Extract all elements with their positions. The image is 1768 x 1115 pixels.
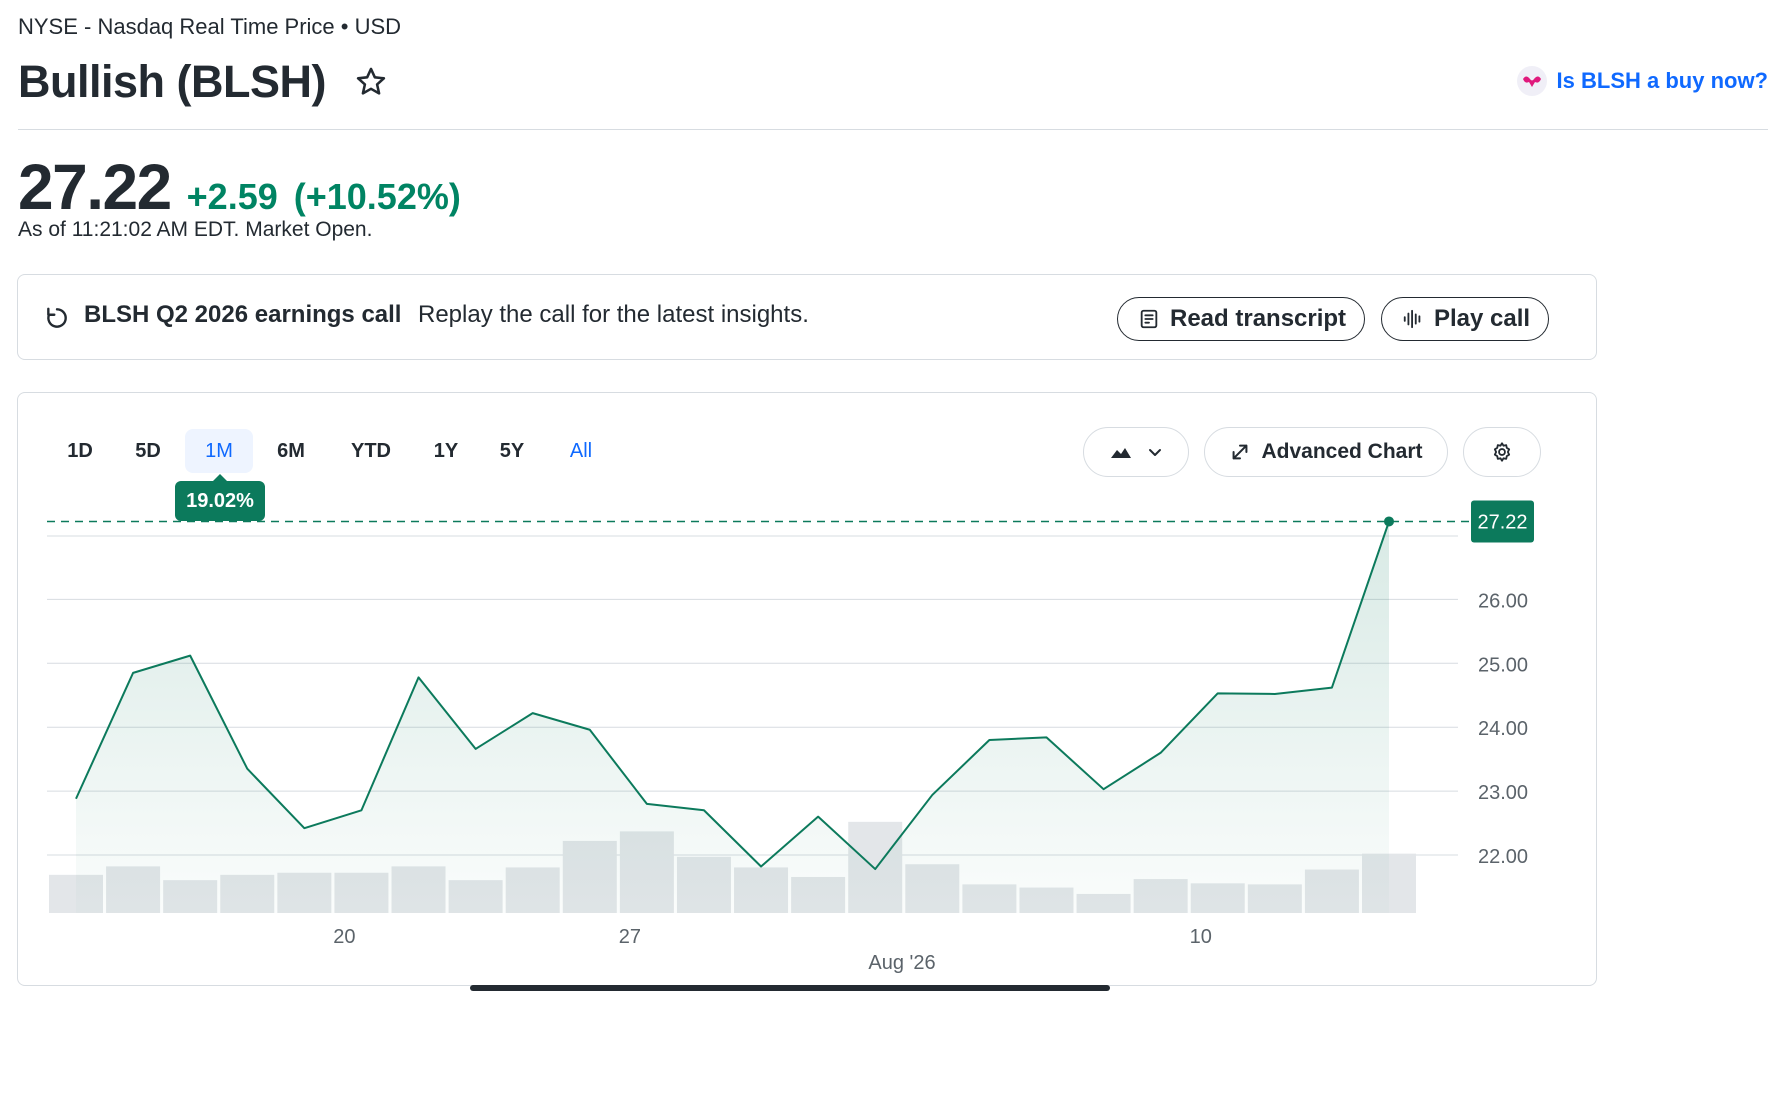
read-transcript-label: Read transcript bbox=[1170, 305, 1347, 332]
page-title: Bullish (BLSH) bbox=[18, 56, 326, 107]
x-tick-label: 10 bbox=[1190, 926, 1212, 948]
y-tick-label: 25.00 bbox=[1478, 654, 1528, 676]
x-axis-month-label: Aug '26 bbox=[868, 952, 935, 974]
y-tick-label: 23.00 bbox=[1478, 782, 1528, 804]
analyst-logo-icon bbox=[1516, 66, 1547, 96]
last-price-dot bbox=[1384, 516, 1394, 527]
star-icon[interactable] bbox=[354, 65, 388, 99]
area-fill bbox=[76, 521, 1389, 913]
y-tick-label: 26.00 bbox=[1478, 590, 1528, 612]
x-tick-label: 20 bbox=[333, 926, 355, 948]
price-change-percent: (+10.52%) bbox=[293, 176, 461, 217]
play-call-label: Play call bbox=[1434, 305, 1531, 332]
scrollbar[interactable] bbox=[470, 985, 1110, 991]
exchange-label: NYSE - Nasdaq Real Time Price • USD bbox=[18, 14, 402, 39]
chart-card: 1D 5D 1M 6M YTD 1Y 5Y All 19.02% Advance… bbox=[17, 392, 1597, 986]
read-transcript-button[interactable]: Read transcript bbox=[1117, 297, 1366, 341]
buy-now-link[interactable]: Is BLSH a buy now? bbox=[1516, 66, 1768, 96]
price-chart[interactable]: 22.00 23.00 24.00 25.00 26.00 27.22 20 27 10 Aug … bbox=[18, 393, 1597, 986]
header-divider bbox=[18, 129, 1768, 130]
earnings-call-title: BLSH Q2 2026 earnings call bbox=[84, 301, 402, 328]
earnings-call-banner: BLSH Q2 2026 earnings call Replay the ca… bbox=[17, 274, 1597, 360]
y-tick-label: 24.00 bbox=[1478, 718, 1528, 740]
current-price: 27.22 bbox=[18, 151, 172, 223]
quote-timestamp: As of 11:21:02 AM EDT. Market Open. bbox=[18, 218, 373, 241]
current-price-label: 27.22 bbox=[1477, 511, 1527, 533]
play-call-button[interactable]: Play call bbox=[1381, 297, 1550, 341]
buy-now-label[interactable]: Is BLSH a buy now? bbox=[1557, 68, 1768, 94]
price-change: +2.59 bbox=[186, 176, 278, 217]
earnings-call-subtitle: Replay the call for the latest insights. bbox=[418, 301, 809, 328]
audio-wave-icon bbox=[1403, 309, 1421, 329]
replay-icon bbox=[44, 305, 70, 331]
y-tick-label: 22.00 bbox=[1478, 846, 1528, 868]
quote-row: 27.22 +2.59 (+10.52%) bbox=[18, 150, 461, 224]
transcript-icon bbox=[1140, 309, 1158, 329]
x-tick-label: 27 bbox=[619, 926, 641, 948]
title-row: Bullish (BLSH) bbox=[18, 56, 388, 108]
